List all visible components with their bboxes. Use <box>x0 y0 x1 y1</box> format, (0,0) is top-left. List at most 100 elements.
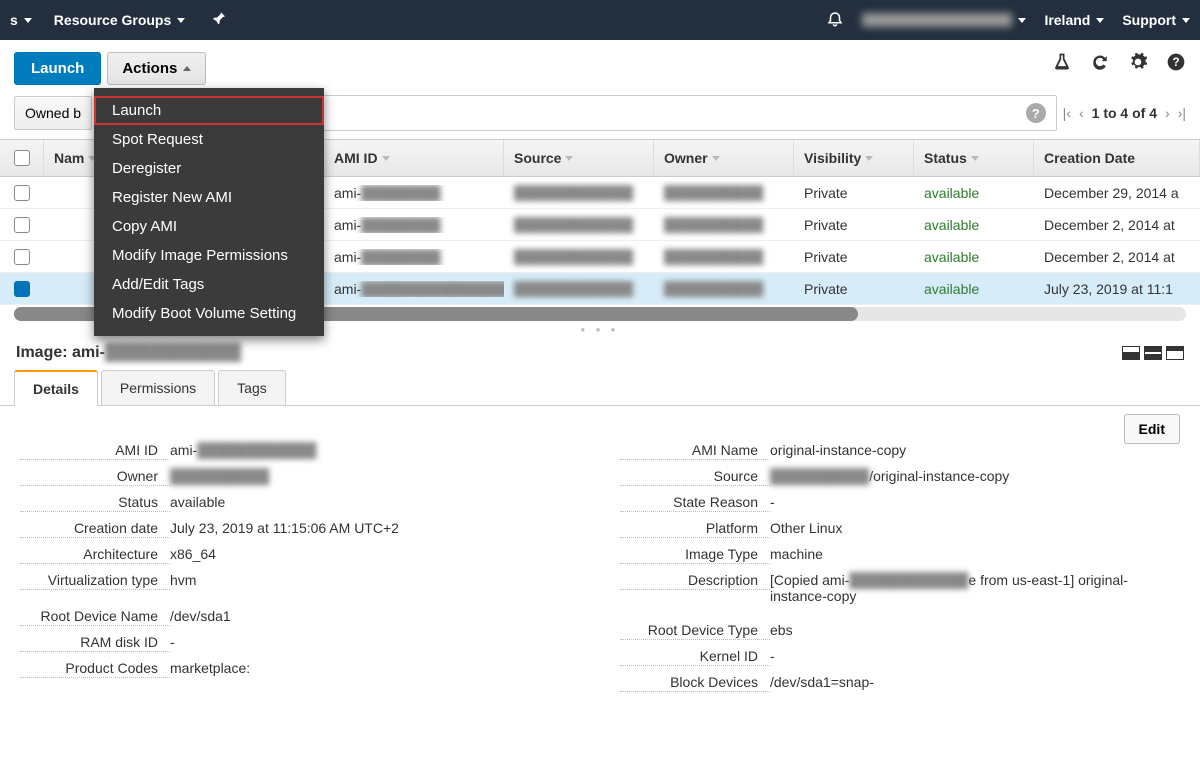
value-root-device-type: ebs <box>770 622 1180 638</box>
nav-region[interactable]: Ireland <box>1044 12 1104 28</box>
row-checkbox[interactable] <box>14 249 30 265</box>
owned-by-label: Owned b <box>25 105 81 121</box>
cell-creation-date: December 2, 2014 at <box>1034 249 1200 265</box>
sort-icon <box>865 156 873 161</box>
value-state-reason: - <box>770 494 1180 510</box>
dropdown-copy-ami[interactable]: Copy AMI <box>94 212 324 241</box>
nav-resource-groups[interactable]: Resource Groups <box>54 12 185 28</box>
pager-last-icon[interactable]: ›| <box>1178 105 1186 121</box>
label-description: Description <box>620 572 770 590</box>
layout-split-icon[interactable] <box>1144 346 1162 360</box>
layout-icons <box>1122 346 1184 360</box>
actions-button[interactable]: Actions <box>107 52 206 85</box>
cell-source: ████████████ <box>504 217 654 233</box>
label-state-reason: State Reason <box>620 494 770 512</box>
select-all-checkbox[interactable] <box>14 150 30 166</box>
pager-status: 1 to 4 of 4 <box>1092 105 1157 121</box>
notifications-icon[interactable] <box>826 10 844 31</box>
label-platform: Platform <box>620 520 770 538</box>
settings-icon[interactable] <box>1128 52 1148 72</box>
account-name-blur: ████████████ <box>862 13 1012 27</box>
label-root-device-type: Root Device Type <box>620 622 770 640</box>
cell-owner: ██████████ <box>654 249 794 265</box>
column-owner[interactable]: Owner <box>654 140 794 176</box>
help-icon[interactable]: ? <box>1166 52 1186 72</box>
detail-tabs: Details Permissions Tags <box>0 370 1200 406</box>
experiments-icon[interactable] <box>1052 52 1072 72</box>
launch-button[interactable]: Launch <box>14 52 101 85</box>
column-visibility[interactable]: Visibility <box>794 140 914 176</box>
sort-icon <box>712 156 720 161</box>
dropdown-modify-boot-volume[interactable]: Modify Boot Volume Setting <box>94 299 324 328</box>
label-source: Source <box>620 468 770 486</box>
nav-resource-groups-label: Resource Groups <box>54 12 171 28</box>
top-navigation: s Resource Groups ████████████ Ireland S… <box>0 0 1200 40</box>
refresh-icon[interactable] <box>1090 52 1110 72</box>
dropdown-add-edit-tags[interactable]: Add/Edit Tags <box>94 270 324 299</box>
layout-full-icon[interactable] <box>1166 346 1184 360</box>
caret-down-icon <box>177 18 185 23</box>
dropdown-launch[interactable]: Launch <box>94 96 324 125</box>
value-kernel-id: - <box>770 648 1180 664</box>
pager-next-icon[interactable]: › <box>1165 105 1170 121</box>
dropdown-spot-request[interactable]: Spot Request <box>94 125 324 154</box>
edit-button[interactable]: Edit <box>1124 414 1180 444</box>
region-label: Ireland <box>1044 12 1090 28</box>
label-product-codes: Product Codes <box>20 660 170 678</box>
detail-body: Edit AMI IDami-████████████ Owner███████… <box>0 406 1200 716</box>
value-source: ██████████/original-instance-copy <box>770 468 1180 484</box>
cell-ami-id: ami-████████ <box>324 249 504 265</box>
cell-visibility: Private <box>794 185 914 201</box>
column-ami-id[interactable]: AMI ID <box>324 140 504 176</box>
cell-owner: ██████████ <box>654 217 794 233</box>
row-checkbox[interactable] <box>14 185 30 201</box>
nav-services-label: s <box>10 12 18 28</box>
detail-col-right: AMI Nameoriginal-instance-copy Source███… <box>620 442 1180 700</box>
nav-support[interactable]: Support <box>1122 12 1190 28</box>
tab-tags[interactable]: Tags <box>218 370 286 405</box>
value-platform: Other Linux <box>770 520 1180 536</box>
cell-creation-date: December 2, 2014 at <box>1034 217 1200 233</box>
cell-ami-id: ami-████████ <box>324 217 504 233</box>
value-status: available <box>170 494 580 510</box>
label-owner: Owner <box>20 468 170 486</box>
value-description: [Copied ami-████████████e from us-east-1… <box>770 572 1180 604</box>
value-image-type: machine <box>770 546 1180 562</box>
cell-source: ████████████ <box>504 249 654 265</box>
cell-status: available <box>914 249 1034 265</box>
tab-details[interactable]: Details <box>14 370 98 406</box>
svg-text:?: ? <box>1172 56 1179 69</box>
value-virtualization: hvm <box>170 572 580 588</box>
pager-first-icon[interactable]: |‹ <box>1063 105 1071 121</box>
tab-permissions[interactable]: Permissions <box>101 370 215 405</box>
column-source[interactable]: Source <box>504 140 654 176</box>
select-all-column[interactable] <box>0 140 44 176</box>
value-product-codes: marketplace: <box>170 660 580 676</box>
dropdown-modify-permissions[interactable]: Modify Image Permissions <box>94 241 324 270</box>
actions-dropdown: Launch Spot Request Deregister Register … <box>94 88 324 336</box>
label-kernel-id: Kernel ID <box>620 648 770 666</box>
sort-icon <box>565 156 573 161</box>
dropdown-register-new-ami[interactable]: Register New AMI <box>94 183 324 212</box>
toolbar: Launch Actions Launch Spot Request Dereg… <box>0 40 1200 95</box>
row-checkbox[interactable] <box>14 217 30 233</box>
layout-bottom-icon[interactable] <box>1122 346 1140 360</box>
cell-ami-id: ami-████████████████ <box>324 281 504 297</box>
cell-owner: ██████████ <box>654 185 794 201</box>
nav-account[interactable]: ████████████ <box>862 13 1026 27</box>
dropdown-deregister[interactable]: Deregister <box>94 154 324 183</box>
cell-creation-date: July 23, 2019 at 11:1 <box>1034 281 1200 297</box>
search-help-icon[interactable]: ? <box>1026 103 1046 123</box>
owned-by-filter[interactable]: Owned b <box>14 96 92 130</box>
column-creation-date[interactable]: Creation Date <box>1034 140 1200 176</box>
column-status[interactable]: Status <box>914 140 1034 176</box>
label-virtualization: Virtualization type <box>20 572 170 590</box>
nav-services[interactable]: s <box>10 12 32 28</box>
value-root-device-name: /dev/sda1 <box>170 608 580 624</box>
pin-icon[interactable] <box>211 11 227 30</box>
caret-up-icon <box>183 66 191 71</box>
value-architecture: x86_64 <box>170 546 580 562</box>
pager-prev-icon[interactable]: ‹ <box>1079 105 1084 121</box>
cell-visibility: Private <box>794 249 914 265</box>
row-checkbox[interactable] <box>14 281 30 297</box>
